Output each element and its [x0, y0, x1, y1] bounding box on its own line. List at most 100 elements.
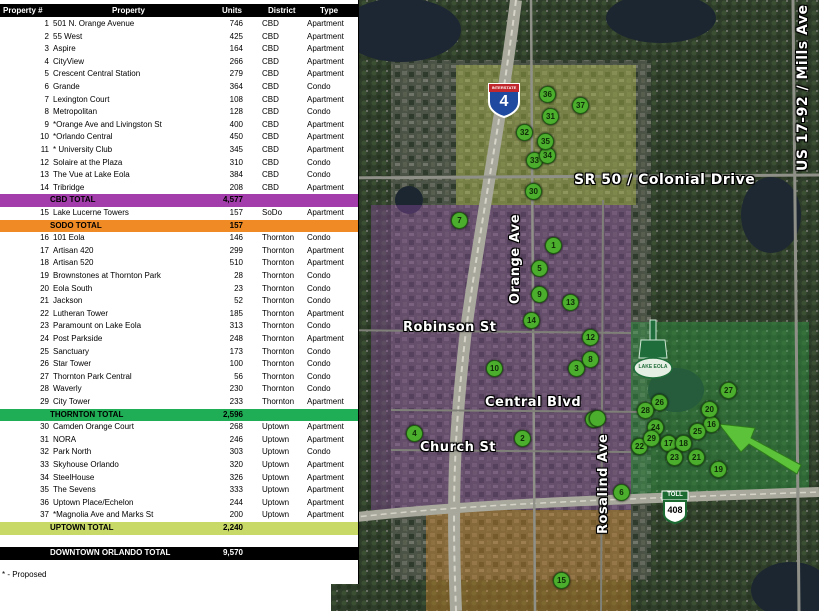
map-view[interactable]: INTERSTATE 4 TOLL 408 LAKE EOLA SR 50 / … — [331, 0, 819, 611]
property-marker[interactable]: 13 — [562, 294, 579, 311]
cell-number: 12 — [40, 157, 49, 167]
cell-total-label: SODO TOTAL — [50, 220, 102, 230]
property-marker[interactable]: 30 — [525, 183, 542, 200]
cell-number: 25 — [40, 346, 49, 356]
cell-total-label: UPTOWN TOTAL — [50, 523, 114, 532]
cell-number: 14 — [40, 182, 49, 192]
property-marker[interactable]: 8 — [582, 351, 599, 368]
property-marker[interactable]: 37 — [572, 97, 589, 114]
cell-property: *Magnolia Ave and Marks St — [53, 510, 154, 520]
property-marker[interactable]: 36 — [539, 86, 556, 103]
table-row: 14 Tribridge 208 CBD Apartment — [0, 182, 358, 195]
property-marker[interactable]: 28 — [637, 402, 654, 419]
property-marker[interactable]: 9 — [531, 286, 548, 303]
cell-number: 8 — [44, 107, 49, 117]
cell-district: CBD — [262, 94, 279, 104]
property-marker[interactable]: 2 — [514, 430, 531, 447]
property-marker[interactable]: 6 — [613, 484, 630, 501]
cell-district: Thornton — [262, 271, 295, 280]
cell-number: 37 — [40, 510, 49, 520]
table-row: 29 City Tower 233 Thornton Apartment — [0, 396, 358, 409]
cell-type: Condo — [307, 384, 331, 394]
cell-property: The Vue at Lake Eola — [53, 170, 130, 180]
cell-units: 230 — [229, 384, 243, 394]
property-marker[interactable]: 29 — [643, 430, 660, 447]
table-row: 5 Crescent Central Station 279 CBD Apartment — [0, 68, 358, 81]
cell-district: Uptown — [262, 485, 290, 495]
cell-district: CBD — [262, 56, 279, 66]
cell-property: 501 N. Orange Avenue — [53, 19, 135, 28]
cell-district: Uptown — [262, 422, 290, 432]
cell-total-label: DOWNTOWN ORLANDO TOTAL — [50, 548, 171, 558]
property-marker[interactable]: 25 — [689, 423, 706, 440]
cell-district: CBD — [262, 145, 279, 154]
property-marker[interactable]: 12 — [582, 329, 599, 346]
cell-type: Apartment — [307, 245, 344, 255]
cell-number: 17 — [40, 245, 49, 255]
table-row: 8 Metropolitan 128 CBD Condo — [0, 106, 358, 119]
cell-district: Thornton — [262, 258, 295, 268]
property-marker[interactable]: 14 — [523, 312, 540, 329]
cell-property: Star Tower — [53, 359, 92, 369]
street-central-blvd: Central Blvd — [485, 395, 582, 410]
cell-units: 100 — [229, 359, 243, 369]
property-marker[interactable]: 32 — [516, 124, 533, 141]
cell-type: Apartment — [307, 334, 344, 343]
cell-property: NORA — [53, 434, 77, 444]
cell-type: Apartment — [307, 434, 344, 444]
property-marker[interactable]: 1 — [545, 237, 562, 254]
cell-property: Jackson — [53, 296, 83, 306]
cell-property: Thornton Park Central — [53, 371, 132, 381]
cell-type: Condo — [307, 271, 331, 280]
table-row: 27 Thornton Park Central 56 Thornton Condo — [0, 371, 358, 384]
cell-property: Uptown Place/Echelon — [53, 497, 134, 507]
property-marker[interactable]: 20 — [701, 401, 718, 418]
cell-number: 29 — [40, 397, 49, 406]
property-marker[interactable]: 4 — [406, 425, 423, 442]
cell-district: CBD — [262, 157, 279, 167]
cell-property: Grande — [53, 82, 80, 91]
cell-property: Post Parkside — [53, 334, 103, 343]
property-marker[interactable]: 7 — [451, 212, 468, 229]
cell-units: 333 — [229, 485, 243, 495]
cell-property: Metropolitan — [53, 107, 98, 117]
property-marker[interactable]: 15 — [553, 572, 570, 589]
cell-district: Thornton — [262, 283, 295, 293]
property-marker[interactable]: 21 — [688, 449, 705, 466]
header-number: Property # — [3, 6, 43, 15]
cell-units: 746 — [229, 19, 243, 28]
cell-type: Apartment — [307, 308, 344, 318]
table-row: 12 Solaire at the Plaza 310 CBD Condo — [0, 157, 358, 170]
cell-units: 233 — [229, 397, 243, 406]
cell-units: 208 — [229, 182, 243, 192]
property-marker[interactable]: 35 — [537, 133, 554, 150]
cell-district: Uptown — [262, 510, 290, 520]
property-marker[interactable]: 5 — [531, 260, 548, 277]
table-row: 2 55 West 425 CBD Apartment — [0, 31, 358, 44]
cell-property: Sanctuary — [53, 346, 90, 356]
footnote: * - Proposed — [2, 570, 47, 579]
property-marker[interactable]: 27 — [720, 382, 737, 399]
cell-type: Condo — [307, 371, 331, 381]
cell-type: Apartment — [307, 460, 344, 469]
header-type: Type — [320, 6, 339, 15]
cell-property: Aspire — [53, 44, 76, 54]
cell-number: 34 — [40, 472, 49, 482]
cell-type: Apartment — [307, 44, 344, 54]
property-marker[interactable]: 19 — [710, 461, 727, 478]
cell-type: Apartment — [307, 69, 344, 79]
cell-property: City Tower — [53, 397, 91, 406]
property-marker[interactable]: 31 — [542, 108, 559, 125]
table-row: 9 *Orange Ave and Livingston St 400 CBD Apar… — [0, 119, 358, 132]
cell-district: Thornton — [262, 384, 295, 394]
property-marker[interactable] — [589, 410, 606, 427]
cell-district: Thornton — [262, 308, 295, 318]
cell-type: Apartment — [307, 132, 344, 142]
cell-number: 22 — [40, 308, 49, 318]
property-marker[interactable]: 23 — [666, 449, 683, 466]
cell-number: 5 — [44, 69, 49, 79]
property-marker[interactable]: 10 — [486, 360, 503, 377]
street-robinson-st: Robinson St — [403, 320, 497, 335]
cell-property: * University Club — [53, 145, 113, 154]
cell-type: Apartment — [307, 510, 344, 520]
